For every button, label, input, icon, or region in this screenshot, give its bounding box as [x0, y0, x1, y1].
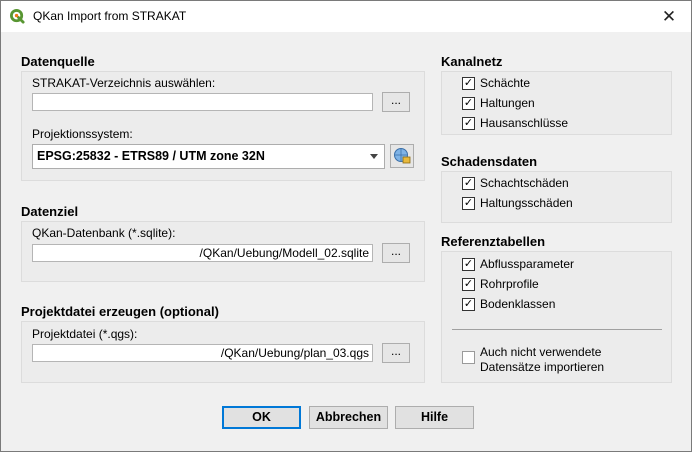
- strakat-dir-label: STRAKAT-Verzeichnis auswählen:: [32, 76, 216, 90]
- checkbox-label: Schächte: [480, 76, 531, 90]
- checkbox-label: Schachtschäden: [480, 176, 569, 190]
- checkbox-box[interactable]: [462, 351, 475, 364]
- window-title: QKan Import from STRAKAT: [33, 9, 187, 23]
- project-file-label: Projektdatei (*.qgs):: [32, 327, 138, 341]
- projection-select-value: EPSG:25832 - ETRS89 / UTM zone 32N: [37, 149, 265, 163]
- chevron-down-icon: [370, 154, 378, 159]
- datenziel-panel: QKan-Datenbank (*.sqlite): /QKan/Uebung/…: [21, 221, 425, 282]
- project-file-browse-button[interactable]: ...: [382, 343, 410, 363]
- checkbox-label: Bodenklassen: [480, 297, 556, 311]
- checkbox-label-line1: Auch nicht verwendete: [480, 345, 602, 359]
- referenztabellen-panel: ✓ Abflussparameter ✓ Rohrprofile ✓ Boden…: [441, 251, 672, 383]
- help-button[interactable]: Hilfe: [395, 406, 474, 429]
- ok-button[interactable]: OK: [222, 406, 301, 429]
- checkbox-box[interactable]: ✓: [462, 117, 475, 130]
- checkbox-box[interactable]: ✓: [462, 298, 475, 311]
- checkbox-label: Haltungen: [480, 96, 535, 110]
- checkbox-label: Rohrprofile: [480, 277, 539, 291]
- qkan-db-browse-button[interactable]: ...: [382, 243, 410, 263]
- dialog-window: QKan Import from STRAKAT ✕ Datenquelle S…: [0, 0, 692, 452]
- close-icon[interactable]: ✕: [647, 1, 691, 32]
- referenztabellen-heading: Referenztabellen: [441, 234, 546, 249]
- checkbox-box[interactable]: ✓: [462, 97, 475, 110]
- divider: [452, 329, 662, 330]
- kanalnetz-heading: Kanalnetz: [441, 54, 503, 69]
- checkbox-box[interactable]: ✓: [462, 258, 475, 271]
- qgis-logo-icon: [10, 9, 25, 24]
- projection-label: Projektionssystem:: [32, 127, 133, 141]
- strakat-dir-browse-button[interactable]: ...: [382, 92, 410, 112]
- checkbox-label-line2: Datensätze importieren: [480, 360, 605, 374]
- schadensdaten-heading: Schadensdaten: [441, 154, 538, 169]
- kanalnetz-panel: ✓ Schächte ✓ Haltungen ✓ Hausanschlüsse: [441, 71, 672, 135]
- projection-select[interactable]: EPSG:25832 - ETRS89 / UTM zone 32N: [32, 144, 385, 169]
- strakat-dir-input[interactable]: [32, 93, 373, 111]
- datenziel-heading: Datenziel: [21, 204, 79, 219]
- schadensdaten-panel: ✓ Schachtschäden ✓ Haltungsschäden: [441, 171, 672, 223]
- datenquelle-heading: Datenquelle: [21, 54, 95, 69]
- crs-selector-icon: [394, 148, 411, 164]
- projektdatei-panel: Projektdatei (*.qgs): /QKan/Uebung/plan_…: [21, 321, 425, 383]
- checkbox-label: Auch nicht verwendete Datensätze importi…: [480, 345, 604, 375]
- checkbox-box[interactable]: ✓: [462, 177, 475, 190]
- checkbox-label: Haltungsschäden: [480, 196, 573, 210]
- project-file-input[interactable]: /QKan/Uebung/plan_03.qgs: [32, 344, 373, 362]
- checkbox-label: Abflussparameter: [480, 257, 575, 271]
- datenquelle-panel: STRAKAT-Verzeichnis auswählen: ... Proje…: [21, 71, 425, 181]
- projektdatei-heading: Projektdatei erzeugen (optional): [21, 304, 219, 319]
- qkan-db-input[interactable]: /QKan/Uebung/Modell_02.sqlite: [32, 244, 373, 262]
- crs-selector-button[interactable]: [390, 144, 414, 168]
- checkbox-label: Hausanschlüsse: [480, 116, 569, 130]
- checkbox-box[interactable]: ✓: [462, 278, 475, 291]
- checkbox-box[interactable]: ✓: [462, 197, 475, 210]
- cancel-button[interactable]: Abbrechen: [309, 406, 388, 429]
- qkan-db-label: QKan-Datenbank (*.sqlite):: [32, 226, 176, 240]
- checkbox-box[interactable]: ✓: [462, 77, 475, 90]
- title-bar: QKan Import from STRAKAT ✕: [1, 1, 691, 32]
